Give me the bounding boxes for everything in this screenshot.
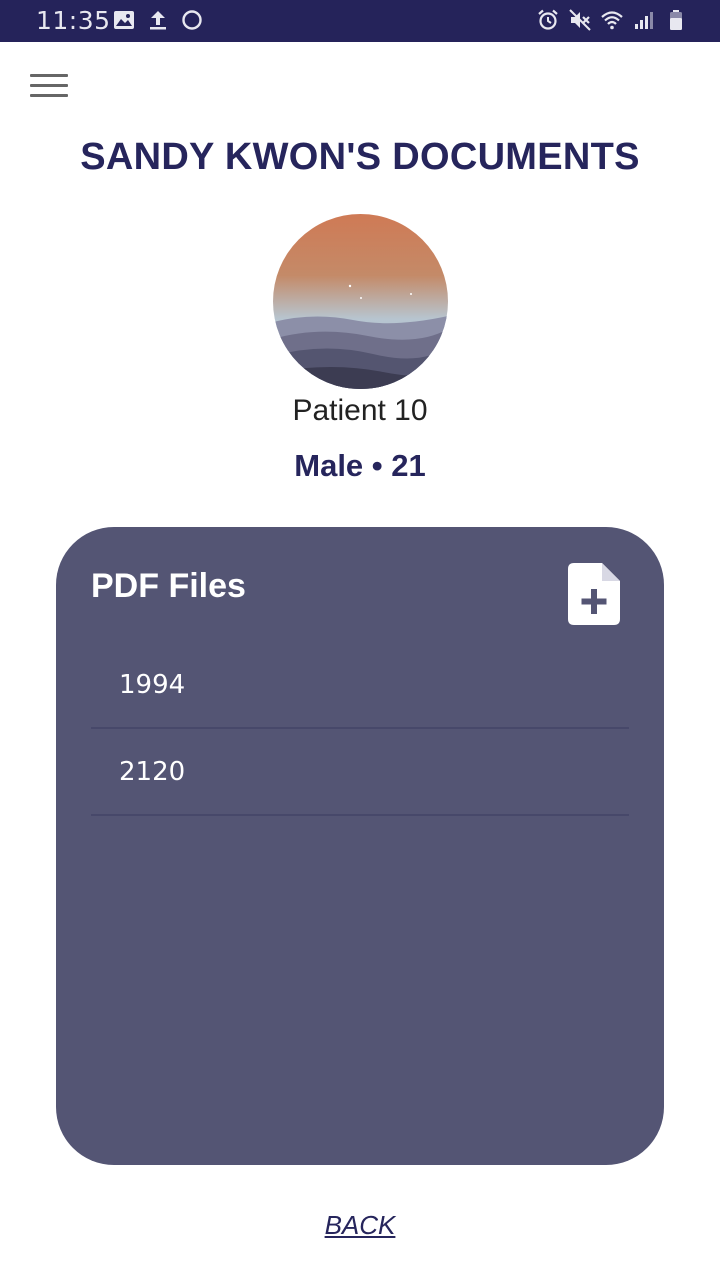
patient-name: Patient 10 bbox=[292, 394, 428, 427]
pdf-file-list: 1994 2120 bbox=[91, 642, 629, 816]
pdf-file-name: 1994 bbox=[119, 669, 186, 700]
pdf-file-item[interactable]: 2120 bbox=[91, 729, 629, 816]
add-file-icon[interactable] bbox=[568, 563, 620, 625]
status-bar: 11:35 bbox=[0, 0, 720, 42]
circle-icon bbox=[182, 10, 202, 30]
status-time: 11:35 bbox=[36, 6, 111, 35]
pdf-files-card: PDF Files 1994 2120 bbox=[56, 527, 664, 1165]
pdf-file-name: 2120 bbox=[119, 756, 186, 787]
back-link[interactable]: BACK bbox=[0, 1210, 720, 1241]
menu-line bbox=[30, 94, 68, 97]
wifi-icon bbox=[601, 11, 623, 30]
upload-icon bbox=[150, 11, 166, 30]
signal-icon bbox=[635, 12, 653, 29]
battery-icon bbox=[670, 10, 682, 30]
patient-avatar bbox=[273, 214, 448, 389]
menu-line bbox=[30, 84, 68, 87]
alarm-icon bbox=[538, 9, 558, 30]
hamburger-menu-button[interactable] bbox=[30, 74, 68, 106]
status-right-icons bbox=[536, 8, 688, 32]
status-left-icons bbox=[112, 8, 204, 32]
menu-line bbox=[30, 74, 68, 77]
mute-icon bbox=[569, 9, 591, 31]
pdf-file-item[interactable]: 1994 bbox=[91, 642, 629, 729]
pdf-files-title: PDF Files bbox=[91, 567, 246, 605]
image-icon bbox=[114, 11, 134, 29]
patient-gender-age: Male • 21 bbox=[294, 448, 426, 483]
page-title: SANDY KWON'S DOCUMENTS bbox=[80, 136, 640, 178]
